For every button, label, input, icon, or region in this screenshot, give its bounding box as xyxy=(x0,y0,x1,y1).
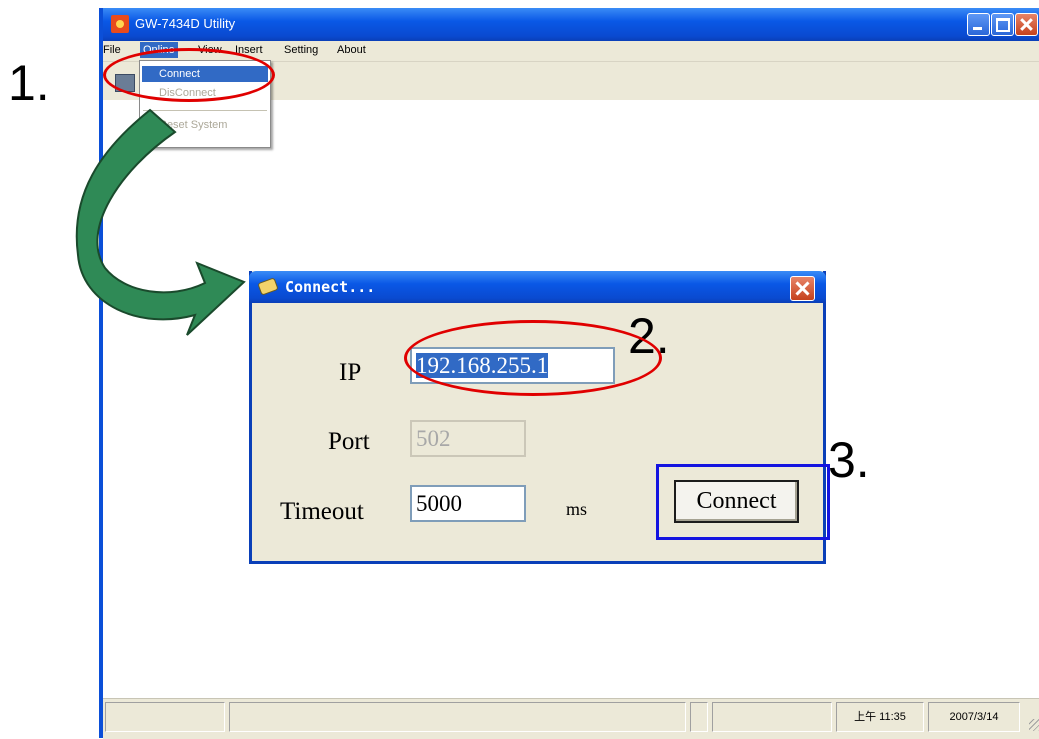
curved-arrow-icon xyxy=(75,108,246,336)
